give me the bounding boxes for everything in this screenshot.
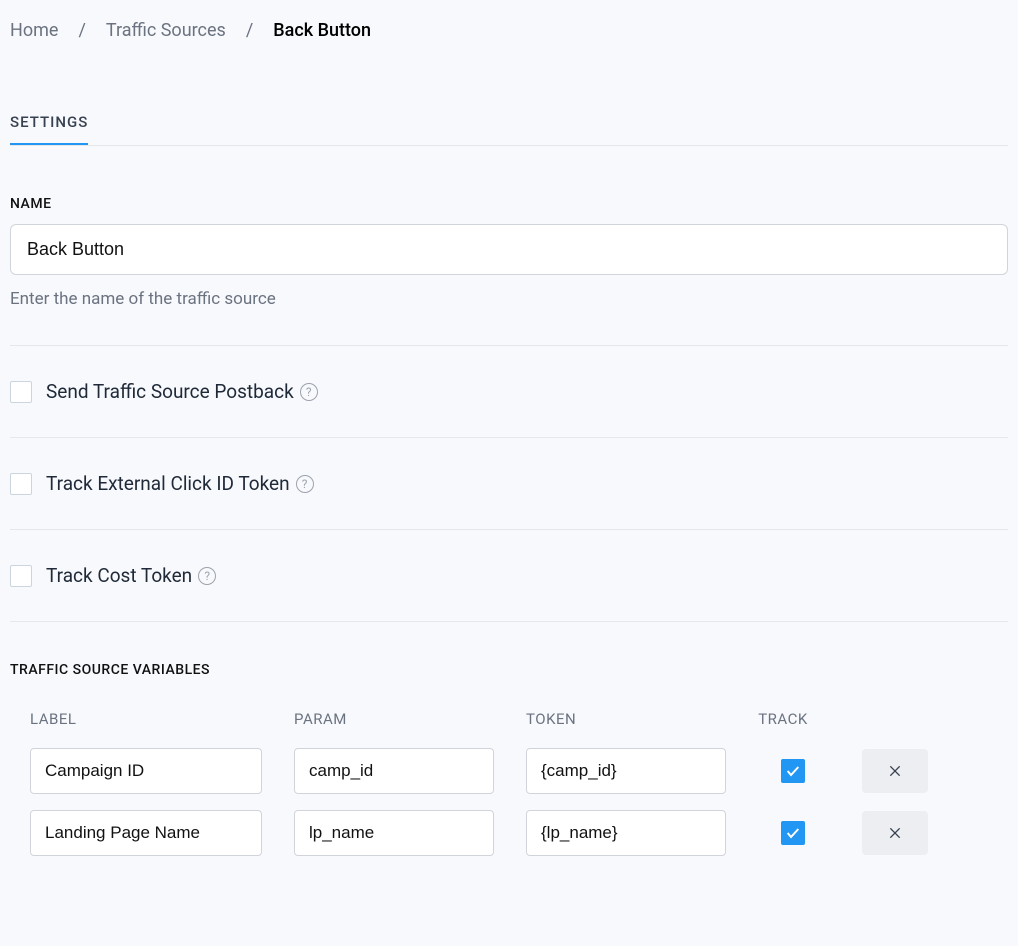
breadcrumb-separator: / xyxy=(246,20,253,41)
cost-token-checkbox[interactable] xyxy=(10,565,32,587)
var-param-input[interactable] xyxy=(294,810,494,856)
col-delete xyxy=(818,710,888,728)
close-icon xyxy=(887,825,903,841)
col-token: TOKEN xyxy=(526,710,726,728)
external-click-row: Track External Click ID Token xyxy=(10,438,1008,530)
name-label: NAME xyxy=(10,196,1008,212)
variable-row xyxy=(10,802,1008,864)
var-label-input[interactable] xyxy=(30,748,262,794)
help-icon[interactable] xyxy=(296,475,314,493)
name-input[interactable] xyxy=(10,224,1008,275)
col-param: PARAM xyxy=(294,710,494,728)
delete-row-button[interactable] xyxy=(862,811,928,855)
cost-token-row: Track Cost Token xyxy=(10,530,1008,622)
help-icon[interactable] xyxy=(198,567,216,585)
var-token-input[interactable] xyxy=(526,748,726,794)
variables-section: TRAFFIC SOURCE VARIABLES LABEL PARAM TOK… xyxy=(10,662,1008,864)
check-icon xyxy=(785,825,801,841)
track-checkbox[interactable] xyxy=(781,759,805,783)
postback-label-text: Send Traffic Source Postback xyxy=(46,380,294,403)
tabs: SETTINGS xyxy=(10,101,1008,146)
postback-label: Send Traffic Source Postback xyxy=(46,380,318,403)
breadcrumb-current: Back Button xyxy=(273,20,371,41)
col-track: TRACK xyxy=(748,710,818,728)
postback-checkbox[interactable] xyxy=(10,381,32,403)
external-click-label: Track External Click ID Token xyxy=(46,472,314,495)
name-section: NAME Enter the name of the traffic sourc… xyxy=(10,196,1008,346)
name-hint: Enter the name of the traffic source xyxy=(10,289,1008,309)
external-click-label-text: Track External Click ID Token xyxy=(46,472,290,495)
track-checkbox[interactable] xyxy=(781,821,805,845)
breadcrumb: Home / Traffic Sources / Back Button xyxy=(10,20,1008,41)
external-click-checkbox[interactable] xyxy=(10,473,32,495)
delete-row-button[interactable] xyxy=(862,749,928,793)
variables-heading: TRAFFIC SOURCE VARIABLES xyxy=(10,662,1008,678)
var-param-input[interactable] xyxy=(294,748,494,794)
col-label: LABEL xyxy=(30,710,262,728)
breadcrumb-separator: / xyxy=(78,20,85,41)
postback-row: Send Traffic Source Postback xyxy=(10,346,1008,438)
breadcrumb-traffic-sources[interactable]: Traffic Sources xyxy=(106,20,226,41)
variables-header: LABEL PARAM TOKEN TRACK xyxy=(10,698,1008,740)
cost-token-label-text: Track Cost Token xyxy=(46,564,192,587)
var-token-input[interactable] xyxy=(526,810,726,856)
var-label-input[interactable] xyxy=(30,810,262,856)
check-icon xyxy=(785,763,801,779)
breadcrumb-home[interactable]: Home xyxy=(10,20,58,41)
variable-row xyxy=(10,740,1008,802)
tab-settings[interactable]: SETTINGS xyxy=(10,101,88,145)
close-icon xyxy=(887,763,903,779)
cost-token-label: Track Cost Token xyxy=(46,564,216,587)
help-icon[interactable] xyxy=(300,383,318,401)
